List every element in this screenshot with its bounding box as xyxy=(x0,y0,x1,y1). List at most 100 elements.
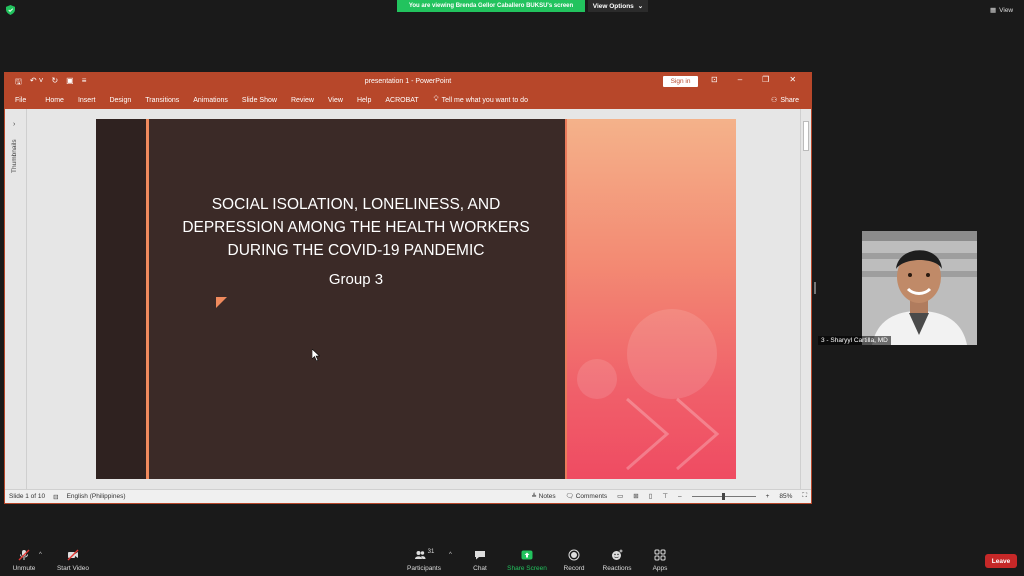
ppt-titlebar: 🖫 ↶ ˅ ↻ ▣ ≡ presentation 1 - PowerPoint … xyxy=(5,73,811,91)
slide-canvas[interactable]: SOCIAL ISOLATION, LONELINESS, AND DEPRES… xyxy=(96,119,736,479)
tab-home[interactable]: Home xyxy=(38,97,71,104)
participants-count: 31 xyxy=(427,549,435,555)
sign-in-button[interactable]: Sign in xyxy=(663,76,698,87)
participants-icon-group: 31 xyxy=(414,549,435,565)
tab-insert[interactable]: Insert xyxy=(71,97,103,104)
meeting-toolbar: Unmute ^ Start Video 31 Participants ^ C… xyxy=(0,545,1024,576)
slide-decorative-triangle xyxy=(216,297,227,308)
mouse-cursor-icon xyxy=(312,349,320,361)
participants-chevron-icon[interactable]: ^ xyxy=(449,552,452,558)
view-button-label: View xyxy=(999,6,1014,14)
slide-title-line: SOCIAL ISOLATION, LONELINESS, AND xyxy=(211,196,501,213)
zoom-slider[interactable] xyxy=(691,492,756,500)
panel-resize-handle[interactable] xyxy=(814,282,816,294)
tell-me-search[interactable]: 💡︎ Tell me what you want to do xyxy=(426,96,528,104)
start-video-button[interactable]: Start Video xyxy=(48,549,98,572)
zoom-level[interactable]: 85% xyxy=(779,493,792,500)
view-button[interactable]: ▦ View xyxy=(990,4,1020,16)
slide-title[interactable]: SOCIAL ISOLATION, LONELINESS, AND DEPRES… xyxy=(156,193,556,262)
reading-view-icon[interactable]: ▯ xyxy=(649,492,653,500)
status-right-group: ≜ Notes 🗨︎ Comments ▭ ⊞ ▯ ⊤ – + 85% ⛶ xyxy=(531,492,807,500)
slide-left-strip xyxy=(96,119,146,479)
notes-button[interactable]: ≜ Notes xyxy=(531,492,555,500)
share-button[interactable]: ⚇ Share xyxy=(771,96,799,105)
language-indicator[interactable]: English (Philippines) xyxy=(59,493,126,500)
slide-title-line: DURING THE COVID-19 PANDEMIC xyxy=(227,242,485,259)
slide-sorter-icon[interactable]: ⊞ xyxy=(633,492,638,500)
participants-icon xyxy=(414,551,426,559)
ribbon-display-options-icon[interactable]: ⊡ xyxy=(711,75,718,84)
participant-name-label: 3 - Sharyyl Cartilla, MD xyxy=(818,336,891,345)
apps-label: Apps xyxy=(652,565,668,572)
audio-options-chevron-icon[interactable]: ^ xyxy=(39,552,42,558)
participants-label: Participants xyxy=(407,565,441,572)
share-screen-label: Share Screen xyxy=(507,565,547,572)
normal-view-icon[interactable]: ▭ xyxy=(617,492,623,500)
accessibility-icon[interactable]: ⊟ xyxy=(45,493,58,501)
tab-help[interactable]: Help xyxy=(350,97,378,104)
decorative-chevrons xyxy=(626,397,720,471)
scrollbar-thumb[interactable] xyxy=(803,121,809,151)
microphone-muted-icon xyxy=(18,549,30,561)
slide-gradient-panel xyxy=(567,119,736,479)
slide-subtitle[interactable]: Group 3 xyxy=(156,271,556,288)
start-video-label: Start Video xyxy=(56,565,90,572)
tab-design[interactable]: Design xyxy=(102,97,138,104)
grid-icon: ▦ xyxy=(990,7,997,14)
tab-slide-show[interactable]: Slide Show xyxy=(235,97,284,104)
chat-button[interactable]: Chat xyxy=(455,549,505,572)
tab-file[interactable]: File xyxy=(5,97,38,104)
slideshow-view-icon[interactable]: ⊤ xyxy=(662,492,668,500)
thumbnails-label: Thumbnails xyxy=(11,139,18,173)
participant-video[interactable] xyxy=(862,231,977,345)
slide-main-panel xyxy=(149,119,565,479)
zoom-in-icon[interactable]: + xyxy=(766,493,770,500)
window-controls: ⊡ – ❐ ✕ xyxy=(711,75,796,84)
ribbon-tabs: File Home Insert Design Transitions Anim… xyxy=(5,91,811,109)
viewing-screen-banner: You are viewing Brenda Gellor Caballero … xyxy=(397,0,585,12)
chevron-right-icon[interactable]: › xyxy=(13,121,15,128)
minimize-icon[interactable]: – xyxy=(738,75,742,84)
share-screen-button[interactable]: Share Screen xyxy=(502,549,552,572)
tab-view[interactable]: View xyxy=(321,97,350,104)
status-bar: Slide 1 of 10 ⊟ English (Philippines) ≜ … xyxy=(5,489,811,503)
apps-button[interactable]: Apps xyxy=(635,549,685,572)
vertical-scrollbar[interactable] xyxy=(800,109,811,489)
view-options-button[interactable]: View Options ⌄ xyxy=(588,0,648,12)
chevron-down-icon: ⌄ xyxy=(637,3,644,10)
unmute-label: Unmute xyxy=(12,565,36,572)
tab-transitions[interactable]: Transitions xyxy=(138,97,186,104)
powerpoint-window: 🖫 ↶ ˅ ↻ ▣ ≡ presentation 1 - PowerPoint … xyxy=(4,72,812,504)
leave-button[interactable]: Leave xyxy=(985,554,1017,568)
thumbnails-pane[interactable]: › Thumbnails xyxy=(5,109,27,489)
person-icon: ⚇ xyxy=(771,97,778,104)
zoom-slider-knob[interactable] xyxy=(721,492,725,500)
share-label: Share xyxy=(780,96,799,104)
view-options-label: View Options xyxy=(592,2,634,10)
lightbulb-icon: 💡︎ xyxy=(433,96,439,103)
tab-animations[interactable]: Animations xyxy=(186,97,235,104)
reactions-label: Reactions xyxy=(602,565,632,572)
record-label: Record xyxy=(563,565,585,572)
restore-icon[interactable]: ❐ xyxy=(762,75,769,84)
apps-icon xyxy=(654,549,666,561)
participants-button[interactable]: 31 Participants xyxy=(399,549,449,572)
tell-me-label: Tell me what you want to do xyxy=(441,96,528,104)
smiley-plus-icon xyxy=(612,549,623,560)
share-screen-icon xyxy=(521,550,533,560)
notes-label: Notes xyxy=(538,493,556,500)
fit-to-window-icon[interactable]: ⛶ xyxy=(802,492,807,500)
tab-review[interactable]: Review xyxy=(284,97,321,104)
slide-editing-area[interactable]: SOCIAL ISOLATION, LONELINESS, AND DEPRES… xyxy=(28,109,800,489)
zoom-out-icon[interactable]: – xyxy=(678,493,682,500)
close-icon[interactable]: ✕ xyxy=(789,75,796,84)
chat-bubble-icon xyxy=(475,551,485,560)
security-shield-icon[interactable] xyxy=(6,5,15,15)
tab-acrobat[interactable]: ACROBAT xyxy=(378,97,425,104)
comments-button[interactable]: 🗨︎ Comments xyxy=(566,492,608,500)
slide-indicator: Slide 1 of 10 xyxy=(9,493,46,500)
slide-title-line: DEPRESSION AMONG THE HEALTH WORKERS xyxy=(182,219,530,236)
record-icon xyxy=(568,549,580,561)
chat-label: Chat xyxy=(473,565,487,572)
comments-label: Comments xyxy=(575,493,608,500)
